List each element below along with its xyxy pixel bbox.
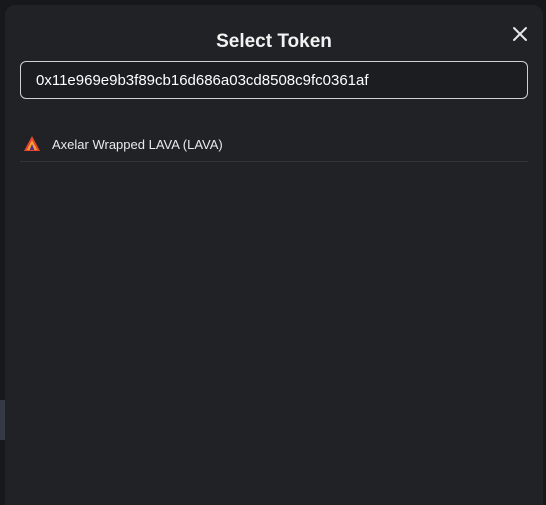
modal-title: Select Token bbox=[216, 31, 332, 52]
token-name: Axelar Wrapped LAVA (LAVA) bbox=[52, 136, 223, 152]
lava-token-logo-icon bbox=[24, 136, 40, 151]
token-list: Axelar Wrapped LAVA (LAVA) bbox=[20, 127, 528, 162]
select-token-modal: Select Token Axelar Wrapped LAVA (LAVA) bbox=[5, 5, 543, 505]
token-list-item[interactable]: Axelar Wrapped LAVA (LAVA) bbox=[20, 127, 528, 162]
close-button[interactable] bbox=[509, 23, 531, 45]
close-icon bbox=[513, 27, 527, 41]
token-search-input[interactable] bbox=[20, 61, 528, 99]
